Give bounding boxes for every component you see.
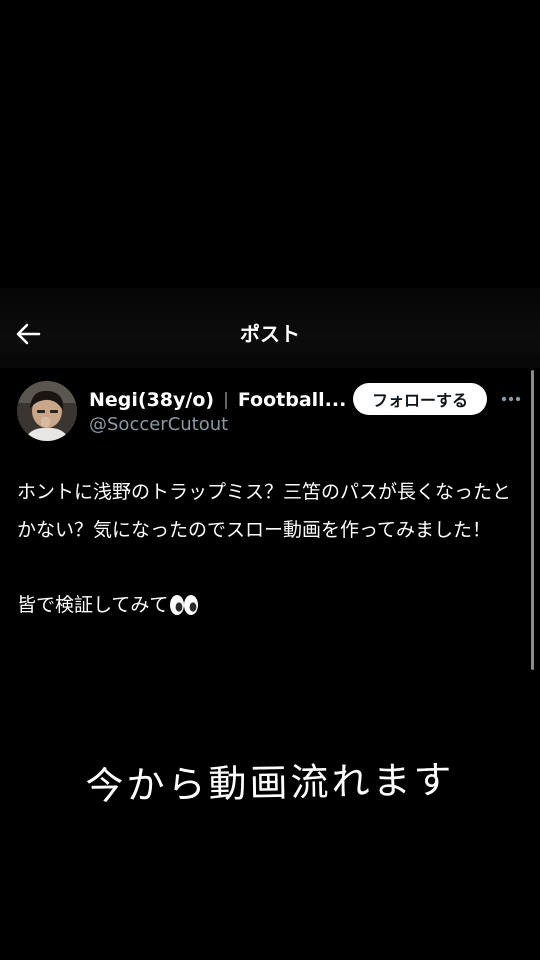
page-title: ポスト	[240, 322, 300, 346]
name-separator: |	[223, 390, 229, 410]
follow-button[interactable]: フォローする	[353, 383, 487, 415]
eyes-emoji-icon	[170, 595, 199, 615]
post-text: ホントに浅野のトラップミス？三笘のパスが長くなったとかない？気になったのでスロー…	[17, 481, 512, 616]
author-handle[interactable]: @SoccerCutout	[89, 413, 228, 437]
video-caption-overlay: 今から動画流れます	[85, 757, 455, 809]
user-avatar-icon	[17, 381, 77, 441]
more-horizontal-icon[interactable]	[500, 391, 522, 407]
author-bio-snippet: Football...	[237, 389, 347, 411]
scrollbar[interactable]	[531, 370, 534, 670]
post-body: ホントに浅野のトラップミス？三笘のパスが長くなったとかない？気になったのでスロー…	[17, 474, 529, 624]
author-name-row[interactable]: Negi(38y/o) | Football...	[89, 386, 346, 414]
author-name[interactable]: Negi(38y/o)	[89, 389, 214, 411]
avatar[interactable]	[17, 381, 77, 441]
